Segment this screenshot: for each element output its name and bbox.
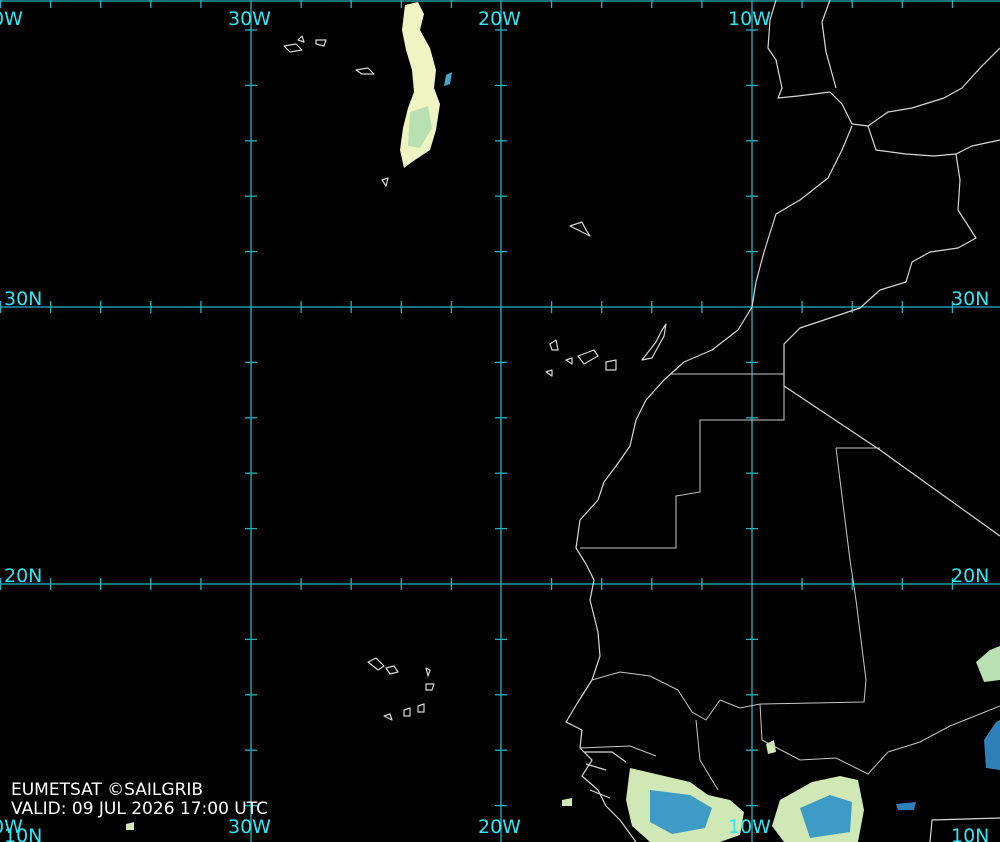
lon-label-bottom-20w: 20W (478, 816, 521, 838)
credit-source: EUMETSAT ©SAILGRIB (11, 780, 204, 800)
lon-label-top-10w: 10W (728, 8, 771, 30)
lat-label-right-20n: 20N (951, 565, 989, 587)
lon-label-top-20w: 20W (478, 8, 521, 30)
lon-label-top-0: 0W (0, 8, 23, 30)
lon-label-bottom-30w: 30W (228, 816, 271, 838)
map-background (0, 0, 1000, 842)
lon-label-bottom-10w: 10W (728, 816, 771, 838)
lon-label-top-30w: 30W (228, 8, 271, 30)
lat-label-left-30n: 30N (4, 288, 42, 310)
credit-valid-time: VALID: 09 JUL 2026 17:00 UTC (11, 799, 269, 819)
lat-label-left-20n: 20N (4, 565, 42, 587)
lat-label-bottom-right-10n: 10N (951, 825, 989, 842)
lat-label-right-30n: 30N (951, 288, 989, 310)
lat-label-bottom-left-10n: 10N (4, 825, 42, 842)
satellite-map: 0W 30W 20W 10W 30N 30N 20N 20N 0W 30W 20… (0, 0, 1000, 842)
